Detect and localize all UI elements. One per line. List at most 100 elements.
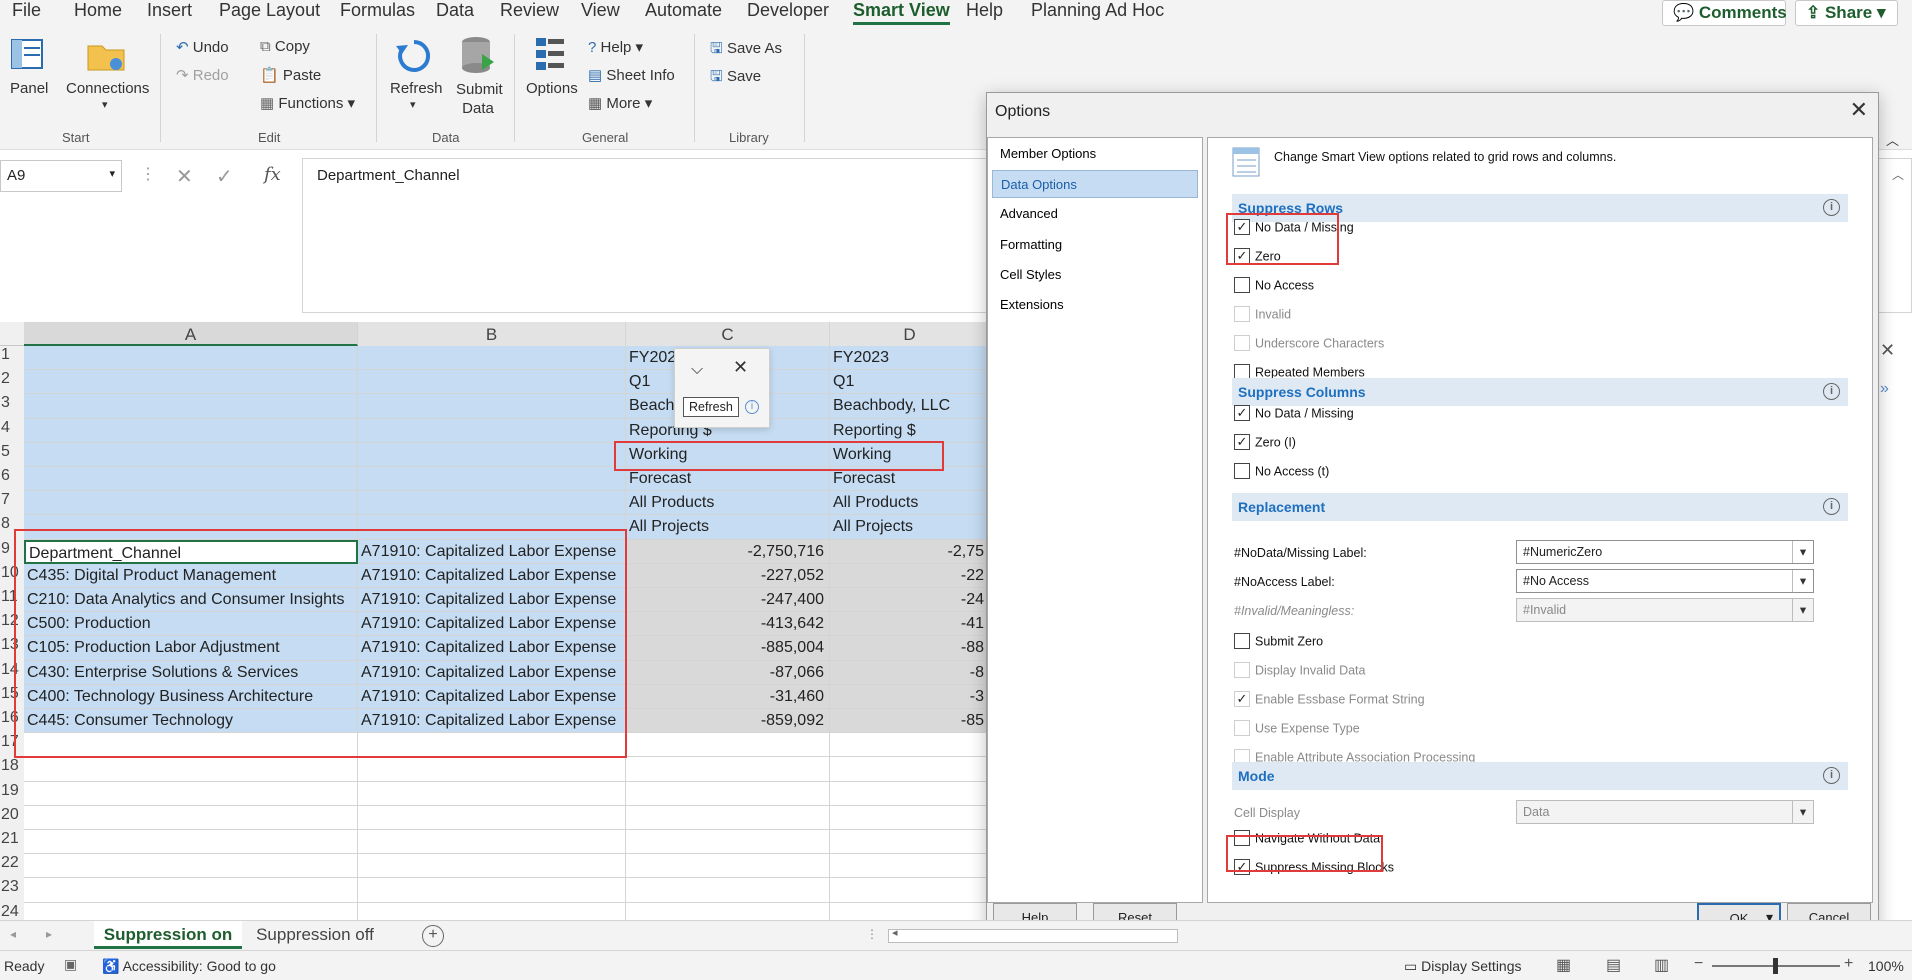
cell-a18[interactable]: [24, 757, 358, 782]
panel-button[interactable]: Panel: [10, 80, 48, 97]
display-settings-button[interactable]: ▭ Display Settings: [1404, 958, 1522, 975]
zoom-level[interactable]: 100%: [1868, 958, 1904, 974]
refresh-button[interactable]: Refresh: [390, 80, 443, 97]
cell-b6[interactable]: [358, 467, 626, 492]
row-header[interactable]: 3: [0, 394, 24, 419]
connections-icon[interactable]: [86, 38, 126, 76]
cell-c15[interactable]: -31,460: [626, 684, 830, 709]
save-button[interactable]: 🖫 Save: [710, 66, 761, 91]
scroll-left-icon[interactable]: ◂: [892, 926, 898, 939]
cell-c18[interactable]: [626, 757, 830, 782]
cell-b19[interactable]: [358, 781, 626, 806]
cell-d7[interactable]: All Products: [830, 491, 990, 516]
column-header-c[interactable]: C: [626, 322, 830, 346]
add-sheet-icon[interactable]: +: [422, 925, 444, 947]
cell-a20[interactable]: [24, 805, 358, 830]
cell-c10[interactable]: -227,052: [626, 563, 830, 588]
cell-b22[interactable]: [358, 854, 626, 879]
refresh-icon[interactable]: [392, 36, 436, 80]
checkbox-box[interactable]: [1234, 662, 1250, 678]
info-icon[interactable]: i: [1823, 498, 1840, 515]
cell-b3[interactable]: [358, 394, 626, 419]
row-header[interactable]: 6: [0, 467, 24, 492]
undo-button[interactable]: ↶ Undo: [176, 38, 229, 56]
cell-d10[interactable]: -22: [830, 563, 990, 588]
nav-data-options[interactable]: Data Options: [992, 170, 1198, 199]
cell-d4[interactable]: Reporting $: [830, 418, 990, 443]
cell-b7[interactable]: [358, 491, 626, 516]
cell-d22[interactable]: [830, 854, 990, 879]
paste-button[interactable]: 📋 Paste: [260, 66, 321, 84]
menu-page-layout[interactable]: Page Layout: [219, 0, 320, 21]
invalid-label-select[interactable]: #Invalid: [1516, 598, 1814, 622]
row-header[interactable]: 22: [0, 854, 24, 879]
cell-a1[interactable]: [24, 346, 358, 371]
row-header[interactable]: 18: [0, 757, 24, 782]
nav-advanced[interactable]: Advanced: [992, 200, 1198, 228]
row-header[interactable]: 4: [0, 418, 24, 443]
cell-a6[interactable]: [24, 467, 358, 492]
normal-view-icon[interactable]: ▦: [1556, 955, 1571, 975]
submit-data-icon[interactable]: [460, 36, 496, 80]
insert-function-icon[interactable]: fx: [264, 164, 281, 185]
panel-icon[interactable]: [10, 36, 46, 76]
checkbox-box[interactable]: [1234, 463, 1250, 479]
row-header[interactable]: 2: [0, 370, 24, 395]
noaccess-label-select[interactable]: #No Access: [1516, 569, 1814, 593]
cell-d12[interactable]: -41: [830, 612, 990, 637]
zoom-slider-thumb[interactable]: [1773, 958, 1778, 974]
chevron-down-icon[interactable]: ⌵: [691, 361, 703, 379]
submit-data-button[interactable]: Submit Data: [456, 80, 503, 118]
menu-automate[interactable]: Automate: [645, 0, 722, 21]
cell-a4[interactable]: [24, 418, 358, 443]
page-layout-view-icon[interactable]: ▤: [1606, 955, 1621, 975]
nav-member-options[interactable]: Member Options: [992, 140, 1198, 168]
cell-d18[interactable]: [830, 757, 990, 782]
menu-formulas[interactable]: Formulas: [340, 0, 415, 21]
cell-a24[interactable]: [24, 902, 358, 920]
connections-button[interactable]: Connections: [66, 80, 149, 97]
prev-sheet-icon[interactable]: ◂: [10, 927, 16, 941]
help-button[interactable]: ? Help ▾: [588, 38, 643, 56]
cell-c11[interactable]: -247,400: [626, 588, 830, 613]
column-header-b[interactable]: B: [358, 322, 626, 346]
menu-data[interactable]: Data: [436, 0, 474, 21]
name-box[interactable]: A9 ▾: [0, 160, 122, 192]
cell-b20[interactable]: [358, 805, 626, 830]
row-header[interactable]: 23: [0, 878, 24, 903]
row-header[interactable]: 7: [0, 491, 24, 516]
row-header[interactable]: 19: [0, 781, 24, 806]
cell-d9[interactable]: -2,75: [830, 539, 990, 564]
functions-button[interactable]: ▦ Functions ▾: [260, 94, 355, 112]
checkbox-no-data-missing[interactable]: ✓ No Data / Missing: [1234, 405, 1354, 422]
collapse-ribbon-icon[interactable]: ︿: [1886, 130, 1899, 149]
row-header[interactable]: 21: [0, 830, 24, 855]
checkbox-box[interactable]: [1234, 277, 1250, 293]
row-header[interactable]: 20: [0, 805, 24, 830]
cell-b4[interactable]: [358, 418, 626, 443]
cell-d16[interactable]: -85: [830, 709, 990, 734]
checkbox-box[interactable]: ✓: [1234, 691, 1250, 707]
cell-c19[interactable]: [626, 781, 830, 806]
cell-d19[interactable]: [830, 781, 990, 806]
cell-d24[interactable]: [830, 902, 990, 920]
cell-d14[interactable]: -8: [830, 660, 990, 685]
checkbox-box[interactable]: [1234, 720, 1250, 736]
cell-c23[interactable]: [626, 878, 830, 903]
save-as-button[interactable]: 🖫 Save As: [710, 38, 782, 63]
cell-display-select[interactable]: Data: [1516, 800, 1814, 824]
nav-extensions[interactable]: Extensions: [992, 291, 1198, 319]
menu-home[interactable]: Home: [74, 0, 122, 21]
checkbox-box[interactable]: [1234, 306, 1250, 322]
zoom-in-icon[interactable]: +: [1844, 955, 1853, 973]
cell-b23[interactable]: [358, 878, 626, 903]
nav-formatting[interactable]: Formatting: [992, 231, 1198, 259]
options-button[interactable]: Options: [526, 80, 578, 97]
checkbox-box[interactable]: [1234, 633, 1250, 649]
cell-a22[interactable]: [24, 854, 358, 879]
cell-b5[interactable]: [358, 442, 626, 467]
more-button[interactable]: ▦ More ▾: [588, 94, 652, 112]
info-icon[interactable]: i: [745, 400, 759, 414]
cell-d17[interactable]: [830, 733, 990, 758]
cell-a5[interactable]: [24, 442, 358, 467]
